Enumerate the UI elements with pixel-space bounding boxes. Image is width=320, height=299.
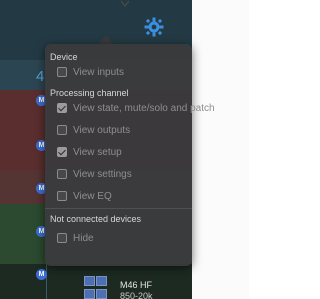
side-area [192, 0, 249, 299]
option-label: View inputs [73, 66, 124, 78]
option-label: Hide [73, 232, 94, 244]
channel-number: 4 [36, 68, 45, 85]
option-label: View outputs [73, 124, 131, 136]
checkbox[interactable] [57, 169, 67, 179]
patch-box[interactable] [84, 289, 95, 299]
view-options-popover: Device View inputs Processing channel Vi… [45, 44, 215, 266]
option-view-state[interactable]: View state, mute/solo and patch [57, 101, 215, 115]
channel-name: M46 HF [120, 280, 153, 290]
patch-box[interactable] [84, 276, 95, 286]
option-view-inputs[interactable]: View inputs [57, 65, 124, 79]
option-view-setup[interactable]: View setup [57, 145, 122, 159]
checkbox[interactable] [57, 103, 67, 113]
patch-box[interactable] [96, 289, 107, 299]
checkbox[interactable] [57, 125, 67, 135]
option-hide[interactable]: Hide [57, 231, 94, 245]
option-view-settings[interactable]: View settings [57, 167, 132, 181]
separator [45, 208, 192, 209]
checkbox[interactable] [57, 191, 67, 201]
mute-badge[interactable]: M [36, 269, 47, 280]
option-label: View state, mute/solo and patch [73, 102, 215, 114]
section-title-device: Device [50, 52, 78, 62]
option-label: View settings [73, 168, 132, 180]
option-label: View setup [73, 146, 122, 158]
gear-icon[interactable] [143, 16, 165, 38]
app: 4 M M M M M M46 HF 850-20k Device View i… [0, 0, 249, 299]
option-label: View EQ [73, 190, 112, 202]
frequency-range: 850-20k [120, 291, 153, 299]
section-title-processing: Processing channel [50, 88, 129, 98]
arrow-down-icon [120, 0, 130, 7]
option-view-eq[interactable]: View EQ [57, 189, 112, 203]
checkbox[interactable] [57, 233, 67, 243]
option-view-outputs[interactable]: View outputs [57, 123, 130, 137]
checkbox[interactable] [57, 67, 67, 77]
section-title-not-connected: Not connected devices [50, 214, 142, 224]
checkbox[interactable] [57, 147, 67, 157]
patch-box[interactable] [96, 276, 107, 286]
